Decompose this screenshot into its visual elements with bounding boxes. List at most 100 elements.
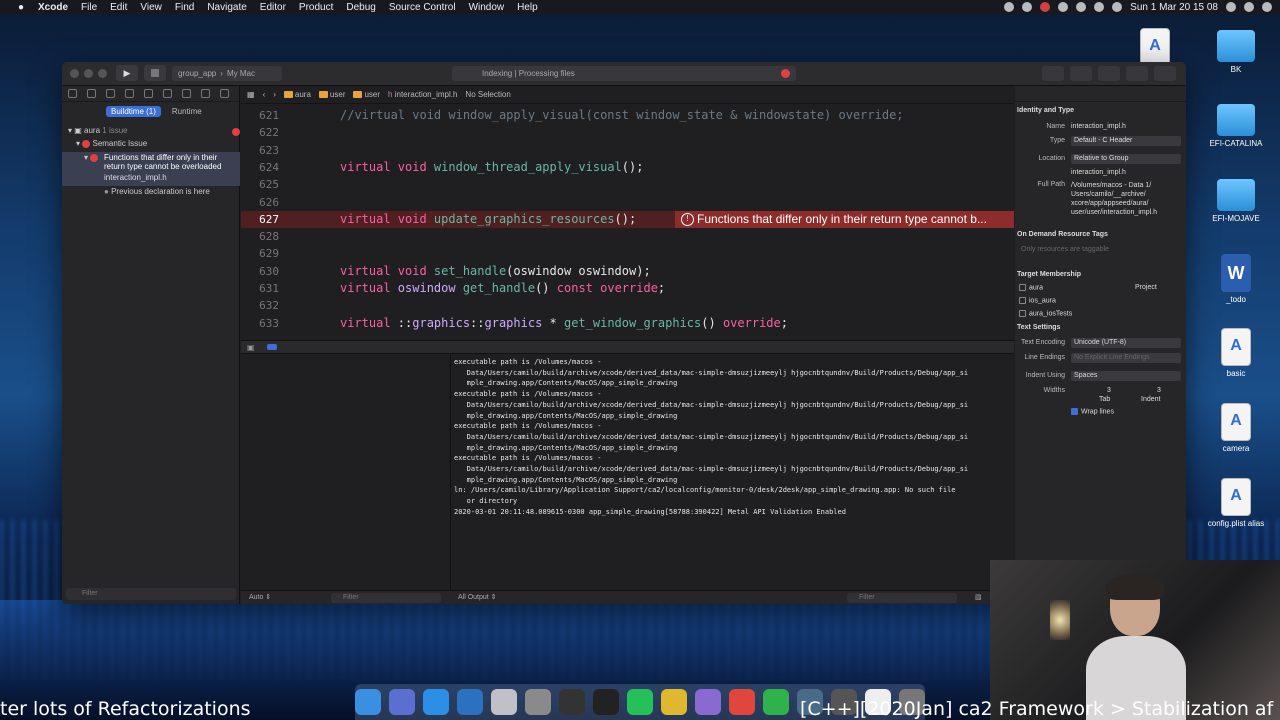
line-number[interactable]: 629 — [241, 245, 279, 262]
target-row-aura[interactable]: aura — [1019, 284, 1043, 291]
line-number[interactable]: 626 — [241, 194, 279, 211]
target-row-aura-iostests[interactable]: aura_iosTests — [1019, 310, 1072, 317]
line-number[interactable]: 622 — [241, 124, 279, 141]
status-icon[interactable] — [1022, 2, 1033, 12]
battery-icon[interactable] — [1094, 2, 1105, 12]
desktop-icon-efi-catalina[interactable]: EFI-CATALINA — [1201, 104, 1271, 148]
menubar-clock[interactable]: Sun 1 Mar 20 15 08 — [1130, 2, 1218, 13]
zoom-window-button[interactable] — [98, 69, 107, 78]
trash-icon[interactable]: ▧ — [975, 593, 982, 601]
siri-icon[interactable] — [1244, 2, 1254, 12]
test-navigator-icon[interactable] — [163, 89, 172, 98]
preview-icon[interactable] — [491, 689, 517, 715]
whatsapp-icon[interactable] — [627, 689, 653, 715]
menu-help[interactable]: Help — [517, 2, 538, 13]
toolbox-icon[interactable] — [729, 689, 755, 715]
menu-find[interactable]: Find — [175, 2, 194, 13]
wifi-icon[interactable] — [1076, 2, 1087, 12]
checkbox[interactable] — [1071, 408, 1078, 415]
line-number[interactable]: 621 — [241, 107, 279, 124]
checkbox[interactable] — [1019, 310, 1026, 317]
navigator-filter-field[interactable]: Filter — [66, 588, 236, 600]
line-endings-select[interactable]: No Explicit Line Endings — [1071, 353, 1181, 363]
menu-debug[interactable]: Debug — [346, 2, 375, 13]
debug-area-toggle-button[interactable] — [1126, 66, 1148, 81]
menu-app-name[interactable]: Xcode — [38, 2, 68, 13]
code-line[interactable]: 623 — [241, 142, 1014, 159]
breadcrumb-subgroup[interactable]: user — [353, 90, 380, 99]
console-output[interactable]: executable path is /Volumes/macos - Data… — [452, 354, 1014, 590]
desktop-icon-bk[interactable]: BK — [1201, 30, 1271, 74]
code-line[interactable]: 628 — [241, 228, 1014, 245]
breadcrumb-project[interactable]: aura — [283, 90, 311, 99]
issue-navigator-icon[interactable] — [144, 89, 153, 98]
indent-width-stepper[interactable]: 3 — [1157, 387, 1161, 394]
code-area[interactable]: 621 //virtual void window_apply_visual(co… — [241, 104, 1014, 340]
line-number[interactable]: 632 — [241, 297, 279, 314]
chrome-icon[interactable] — [661, 689, 687, 715]
code-line[interactable]: 622 — [241, 124, 1014, 141]
scheme-selector[interactable]: group_app › My Mac — [172, 66, 282, 81]
hide-debug-area-icon[interactable]: ▣ — [247, 343, 255, 352]
code-review-button[interactable] — [1070, 66, 1092, 81]
navigator-toggle-button[interactable] — [1098, 66, 1120, 81]
line-number[interactable]: 625 — [241, 176, 279, 193]
desktop-icon-todo[interactable]: W _todo — [1201, 254, 1271, 304]
forward-arrow-icon[interactable]: › — [273, 90, 276, 99]
type-select[interactable]: Default - C Header — [1071, 136, 1181, 146]
desktop-icon-efi-mojave[interactable]: EFI-MOJAVE — [1201, 179, 1271, 223]
volume-icon[interactable] — [1112, 2, 1123, 12]
breadcrumb-group[interactable]: user — [318, 90, 345, 99]
menu-editor[interactable]: Editor — [260, 2, 286, 13]
variables-scope-selector[interactable]: Auto ⇕ — [249, 593, 271, 601]
checkbox[interactable] — [1019, 284, 1026, 291]
wrap-lines-row[interactable]: Wrap lines — [1071, 408, 1114, 415]
library-button[interactable] — [1042, 66, 1064, 81]
run-button[interactable]: ▶ — [116, 65, 138, 81]
issue-note-row[interactable]: ● Previous declaration is here — [104, 187, 210, 196]
code-line[interactable]: 633 virtual ::graphics::graphics * get_wi… — [241, 315, 1014, 332]
line-number[interactable]: 633 — [241, 315, 279, 332]
issue-expand-icon[interactable]: ▾ — [84, 153, 99, 162]
github-icon[interactable] — [559, 689, 585, 715]
minimize-window-button[interactable] — [84, 69, 93, 78]
menu-product[interactable]: Product — [299, 2, 333, 13]
apple-icon[interactable]: ● — [14, 2, 28, 13]
debug-navigator-icon[interactable] — [182, 89, 191, 98]
dropbox-icon[interactable] — [1058, 2, 1069, 12]
location-select[interactable]: Relative to Group — [1071, 154, 1181, 164]
desktop-icon-config-plist[interactable]: config.plist alias — [1201, 478, 1271, 528]
line-number[interactable]: 628 — [241, 228, 279, 245]
close-window-button[interactable] — [70, 69, 79, 78]
target-scope[interactable]: Project — [1135, 284, 1157, 291]
xcode-icon[interactable] — [423, 689, 449, 715]
upwork-icon[interactable] — [763, 689, 789, 715]
code-line[interactable]: 629 — [241, 245, 1014, 262]
line-number[interactable]: 631 — [241, 280, 279, 297]
console-filter-field[interactable]: Filter — [847, 593, 957, 603]
vscode-icon[interactable] — [457, 689, 483, 715]
stop-button[interactable] — [144, 65, 166, 81]
tab-buildtime[interactable]: Buildtime (1) — [106, 105, 161, 117]
project-navigator-icon[interactable] — [68, 89, 77, 98]
checkbox[interactable] — [1019, 297, 1026, 304]
code-line[interactable]: 632 — [241, 297, 1014, 314]
console-output-selector[interactable]: All Output ⇕ — [458, 593, 497, 601]
pen-icon[interactable] — [695, 689, 721, 715]
code-line[interactable]: 627 virtual void update_graphics_resource… — [241, 210, 1014, 228]
code-line[interactable]: 626 — [241, 194, 1014, 211]
breadcrumb-file[interactable]: h interaction_impl.h — [388, 90, 457, 99]
breadcrumb-symbol[interactable]: No Selection — [465, 90, 510, 99]
desktop-icon-basic[interactable]: basic — [1201, 328, 1271, 378]
desktop-icon-camera[interactable]: camera — [1201, 403, 1271, 453]
semantic-issue-group[interactable]: ▾ Semantic Issue — [76, 139, 147, 148]
source-control-navigator-icon[interactable] — [87, 89, 96, 98]
indent-using-select[interactable]: Spaces — [1071, 371, 1181, 381]
code-line[interactable]: 621 //virtual void window_apply_visual(co… — [241, 107, 1014, 124]
error-count-badge[interactable] — [781, 69, 790, 78]
report-navigator-icon[interactable] — [220, 89, 229, 98]
variables-filter-field[interactable]: Filter — [331, 593, 441, 603]
menu-navigate[interactable]: Navigate — [207, 2, 246, 13]
project-issue-row[interactable]: ▾ ▣ aura 1 issue — [68, 126, 128, 135]
inline-error-message[interactable]: Functions that differ only in their retu… — [675, 210, 1014, 228]
